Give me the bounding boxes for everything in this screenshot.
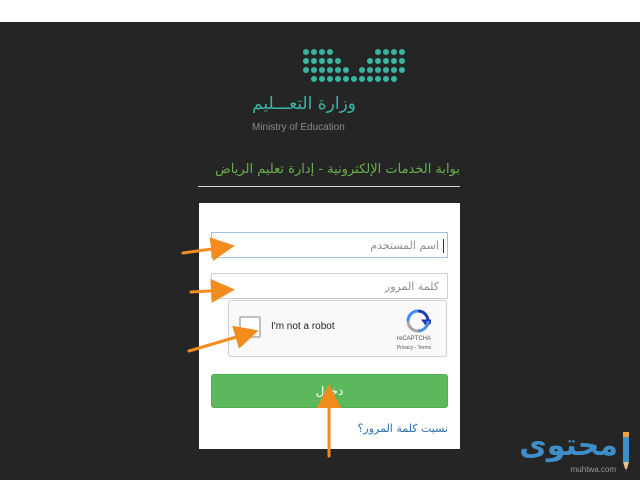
ministry-name-arabic: وزارة التعـــليم (252, 94, 356, 114)
top-bar (0, 0, 640, 22)
password-input[interactable] (212, 274, 447, 298)
ministry-logo: وزارة التعـــليم Ministry of Education (250, 48, 410, 138)
recaptcha-checkbox[interactable] (239, 316, 261, 338)
username-field[interactable] (211, 232, 448, 258)
recaptcha-widget: I'm not a robot reCAPTCHA Privacy - Term… (228, 300, 447, 357)
password-field[interactable] (211, 273, 448, 299)
ministry-logo-dots-icon (303, 49, 405, 82)
username-input[interactable] (212, 233, 447, 257)
recaptcha-logo-icon (406, 309, 431, 333)
recaptcha-label: I'm not a robot (271, 321, 335, 332)
pencil-icon (623, 432, 629, 472)
portal-title: بوابة الخدمات الإلكترونية - إدارة تعليم … (215, 162, 460, 177)
watermark: محتوى muhtwa.com (496, 426, 636, 480)
login-button[interactable]: دخول (211, 374, 448, 408)
recaptcha-links[interactable]: Privacy - Terms (381, 345, 447, 351)
forgot-password-link[interactable]: نسيت كلمة المرور؟ (211, 422, 448, 435)
watermark-text: محتوى (519, 428, 618, 463)
ministry-name-english: Ministry of Education (252, 122, 345, 133)
watermark-url: muhtwa.com (570, 465, 616, 474)
login-card: I'm not a robot reCAPTCHA Privacy - Term… (199, 203, 460, 449)
title-divider (198, 186, 460, 187)
recaptcha-brand: reCAPTCHA (396, 336, 431, 342)
